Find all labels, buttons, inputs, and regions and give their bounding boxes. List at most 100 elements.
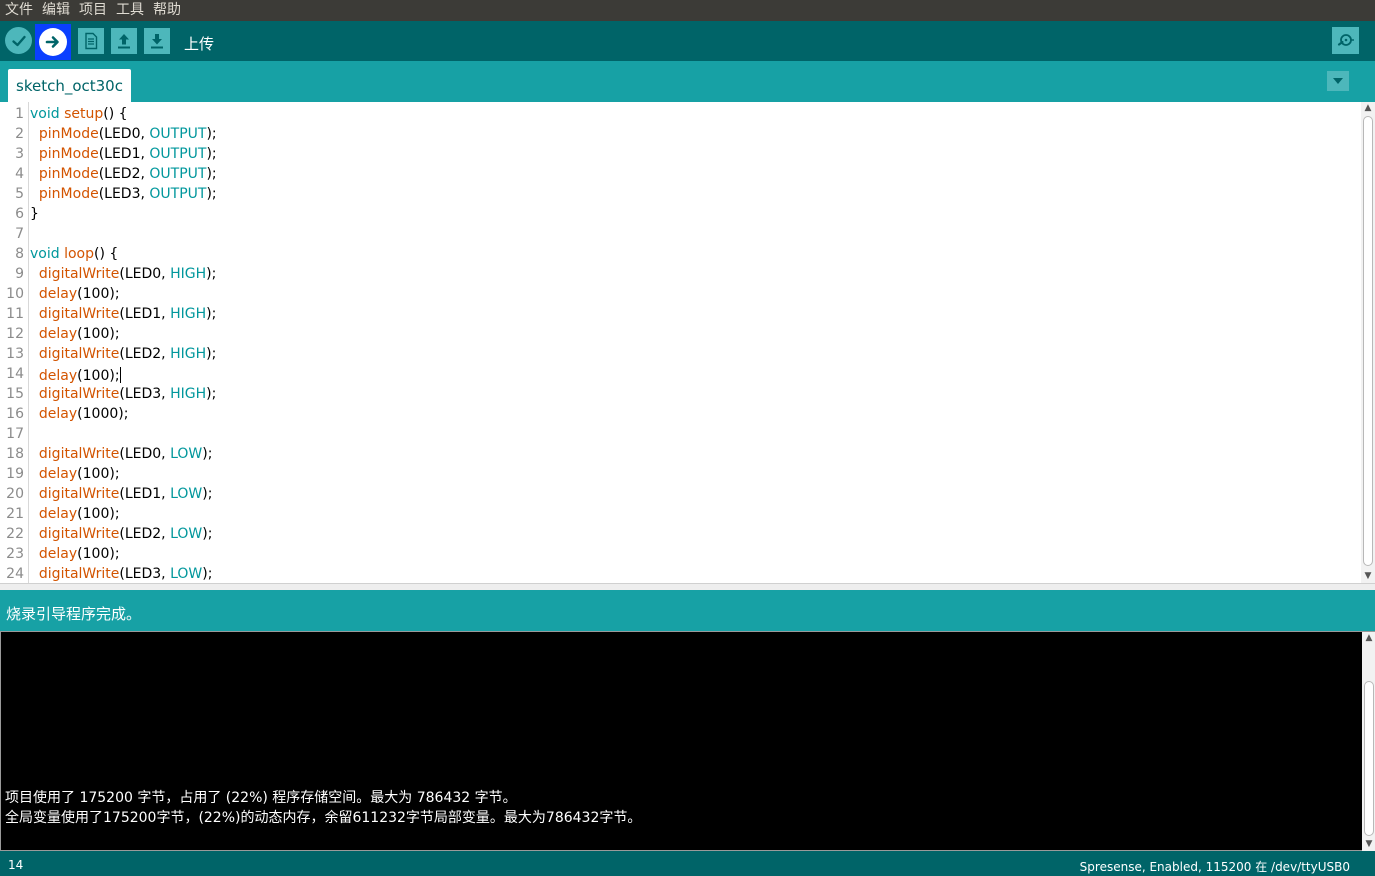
code-token: (100); [77,546,120,562]
code-editor[interactable]: 1 2 3 4 5 6 7 8 9 10 11 12 13 14 15 16 17 18 19 20 21 22 23 24 … [0,102,1375,583]
code-token: (LED1, [119,486,171,502]
code-token: HIGH [170,386,207,402]
code-line[interactable]: digitalWrite(LED1, LOW); [30,484,213,504]
code-line[interactable]: digitalWrite(LED3, HIGH); [30,384,216,404]
menu-item-0[interactable]: 文件 [0,0,37,21]
code-token: pinMode [38,186,99,202]
code-line[interactable]: digitalWrite(LED0, LOW); [30,444,213,464]
code-token: (LED3, [98,186,150,202]
code-token: (100); [77,368,120,384]
arrow-down-icon [151,34,163,49]
console-scrollbar[interactable]: ▲ ▼ [1362,632,1375,852]
console-output[interactable]: 项目使用了 175200 字节，占用了 (22%) 程序存储空间。最大为 786… [0,631,1375,852]
open-sketch-button[interactable] [111,28,137,54]
check-icon [11,35,26,46]
menu-item-2[interactable]: 项目 [74,0,111,21]
arrow-up-icon [118,34,130,49]
message-bar: 烧录引导程序完成。 [0,590,1375,631]
menu-item-3[interactable]: 工具 [111,0,148,21]
code-token: digitalWrite [38,266,120,282]
code-line[interactable]: digitalWrite(LED1, HIGH); [30,304,216,324]
code-line[interactable]: pinMode(LED0, OUTPUT); [30,124,217,144]
code-line[interactable]: pinMode(LED2, OUTPUT); [30,164,217,184]
code-line[interactable]: delay(1000); [30,404,129,424]
code-token: digitalWrite [38,346,120,362]
serial-monitor-button[interactable] [1332,27,1359,54]
menu-item-4[interactable]: 帮助 [148,0,185,21]
upload-button-inner[interactable] [39,28,67,56]
code-line[interactable]: delay(100); [30,464,120,484]
toolbar: 上传 [0,21,1375,61]
code-line[interactable]: digitalWrite(LED3, LOW); [30,564,213,583]
code-token: (LED2, [119,526,171,542]
save-sketch-button[interactable] [144,28,170,54]
code-token: (LED0, [119,446,171,462]
code-token: delay [38,286,78,302]
text-caret [119,367,121,383]
console-scroll-thumb[interactable] [1364,681,1374,836]
menu-bar: 文件 编辑 项目 工具 帮助 [0,0,1375,21]
new-sketch-button[interactable] [78,28,104,54]
code-token: OUTPUT [149,186,207,202]
scroll-up-arrow-icon[interactable]: ▲ [1363,103,1373,113]
code-token: pinMode [38,146,99,162]
code-line[interactable]: void loop() { [30,244,118,264]
editor-scroll-thumb[interactable] [1363,116,1373,566]
code-area[interactable]: void setup() { pinMode(LED0, OUTPUT); pi… [30,102,1360,583]
upload-button[interactable] [35,24,71,60]
code-line[interactable]: delay(100); [30,324,120,344]
line-number: 13 [6,346,24,362]
split-pane-divider[interactable] [0,583,1375,590]
scroll-up-arrow-icon[interactable]: ▲ [1364,633,1374,643]
tab-menu-button[interactable] [1327,71,1349,91]
code-line[interactable]: delay(100); [30,504,120,524]
code-token: digitalWrite [38,386,120,402]
console-line: 项目使用了 175200 字节，占用了 (22%) 程序存储空间。最大为 786… [5,790,517,806]
code-token: (100); [77,326,120,342]
line-number: 18 [6,446,24,462]
code-line[interactable]: delay(100); [30,544,120,564]
code-line[interactable]: void setup() { [30,104,128,124]
code-token: delay [38,546,78,562]
line-number-gutter: 1 2 3 4 5 6 7 8 9 10 11 12 13 14 15 16 17 18 19 20 21 22 23 24 [0,102,29,583]
code-token: (LED0, [119,266,171,282]
code-token: (LED0, [98,126,150,142]
code-line[interactable]: pinMode(LED3, OUTPUT); [30,184,217,204]
code-token: (LED2, [98,166,150,182]
code-token: (100); [77,466,120,482]
line-number: 10 [6,286,24,302]
line-number: 1 [15,106,24,122]
line-number: 4 [15,166,24,182]
code-token: digitalWrite [38,526,120,542]
code-line[interactable]: digitalWrite(LED2, HIGH); [30,344,216,364]
menu-item-1[interactable]: 编辑 [37,0,74,21]
code-token: ); [206,306,217,322]
code-line[interactable]: } [30,204,39,224]
code-line[interactable]: delay(100); [30,284,120,304]
scroll-down-arrow-icon[interactable]: ▼ [1364,839,1374,849]
code-token: delay [38,466,78,482]
code-line[interactable]: pinMode(LED1, OUTPUT); [30,144,217,164]
tab-sketch[interactable]: sketch_oct30c [8,69,131,102]
code-token: ); [206,126,217,142]
code-line[interactable]: digitalWrite(LED2, LOW); [30,524,213,544]
code-token: OUTPUT [149,166,207,182]
code-token: ); [206,146,217,162]
code-token: digitalWrite [38,446,120,462]
code-line[interactable]: delay(100); [30,364,121,384]
scroll-down-arrow-icon[interactable]: ▼ [1363,571,1373,581]
code-token: LOW [170,446,203,462]
code-line[interactable]: digitalWrite(LED0, HIGH); [30,264,216,284]
code-token: ); [206,346,217,362]
editor-scrollbar[interactable]: ▲ ▼ [1361,102,1375,583]
code-token: (100); [77,286,120,302]
verify-button[interactable] [5,27,32,54]
